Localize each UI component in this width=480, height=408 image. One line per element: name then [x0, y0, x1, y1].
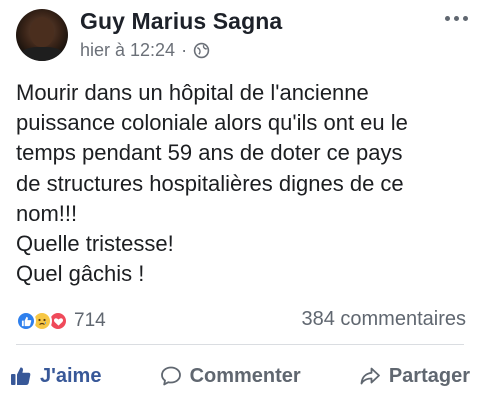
action-bar: J'aime Commenter Partager	[10, 356, 470, 396]
avatar[interactable]	[16, 9, 68, 61]
author-name[interactable]: Guy Marius Sagna	[80, 8, 282, 35]
meta-separator: ·	[181, 40, 188, 60]
post-meta: hier à 12:24 ·	[80, 40, 210, 61]
facebook-post: Guy Marius Sagna hier à 12:24 · Mourir d…	[0, 0, 480, 408]
globe-icon	[193, 42, 210, 59]
comments-count[interactable]: 384 commentaires	[301, 308, 466, 331]
like-label: J'aime	[40, 364, 102, 387]
thumbs-up-icon	[11, 367, 31, 385]
reactions-summary[interactable]: 714	[16, 310, 106, 332]
reaction-count: 714	[74, 310, 106, 331]
avatar-shirt	[20, 47, 64, 61]
post-text-line: Quelle tristesse!	[16, 231, 174, 257]
post-text-line: nom!!!	[16, 200, 78, 226]
comment-label: Commenter	[189, 364, 301, 387]
share-icon	[360, 367, 380, 385]
post-text: Mourir dans un hôpital de l'ancienne pui…	[16, 78, 472, 289]
share-button[interactable]: Partager	[359, 365, 470, 388]
more-options-icon[interactable]	[445, 16, 468, 21]
like-icon	[16, 311, 36, 331]
post-text-line: Quel gâchis !	[16, 261, 145, 287]
comment-button[interactable]: Commenter	[160, 365, 301, 388]
comment-icon	[160, 366, 181, 386]
post-header: Guy Marius Sagna hier à 12:24 ·	[8, 8, 472, 64]
post-timestamp[interactable]: hier à 12:24	[80, 40, 175, 61]
post-text-line: puissance coloniale alors qu'ils ont eu …	[16, 110, 408, 136]
post-stats: 714 384 commentaires	[16, 306, 466, 336]
post-text-line: temps pendant 59 ans de doter ce pays	[16, 140, 403, 166]
avatar-face	[30, 17, 54, 47]
post-text-line: de structures hospitalières dignes de ce	[16, 170, 404, 196]
post-text-line: Mourir dans un hôpital de l'ancienne	[16, 80, 369, 105]
divider	[16, 344, 464, 345]
share-label: Partager	[388, 364, 470, 387]
like-button[interactable]: J'aime	[10, 365, 101, 388]
